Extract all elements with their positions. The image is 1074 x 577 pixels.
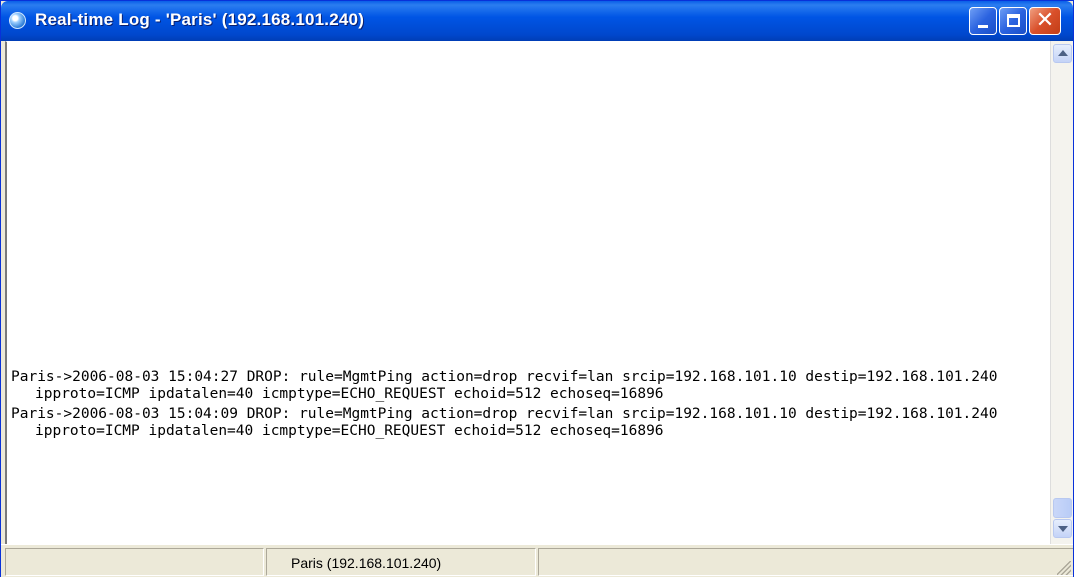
minimize-icon xyxy=(978,25,988,28)
arrow-up-icon xyxy=(1058,50,1068,56)
arrow-down-icon xyxy=(1058,526,1068,532)
log-entries: Paris->2006-08-03 15:04:27 DROP: rule=Mg… xyxy=(11,369,1048,443)
maximize-icon xyxy=(1007,14,1020,27)
app-icon xyxy=(9,12,26,29)
close-icon: ✕ xyxy=(1035,8,1055,33)
maximize-button[interactable] xyxy=(999,7,1027,35)
minimize-button[interactable] xyxy=(969,7,997,35)
status-connection-text: Paris (192.168.101.240) xyxy=(291,555,442,571)
status-panel-1 xyxy=(5,548,264,576)
title-bar[interactable]: Real-time Log - 'Paris' (192.168.101.240… xyxy=(1,1,1073,41)
status-bar: Paris (192.168.101.240) xyxy=(1,544,1073,577)
resize-grip-icon[interactable] xyxy=(1057,561,1071,575)
scroll-up-button[interactable] xyxy=(1053,44,1072,63)
log-text-area[interactable]: Paris->2006-08-03 15:04:27 DROP: rule=Mg… xyxy=(5,41,1050,544)
status-panel-connection: Paris (192.168.101.240) xyxy=(266,548,536,576)
scroll-down-button[interactable] xyxy=(1053,519,1072,538)
status-panel-3 xyxy=(538,548,1073,576)
vertical-scrollbar[interactable] xyxy=(1050,41,1073,544)
log-entry: Paris->2006-08-03 15:04:09 DROP: rule=Mg… xyxy=(11,406,998,439)
log-entry: Paris->2006-08-03 15:04:27 DROP: rule=Mg… xyxy=(11,369,998,402)
close-button[interactable]: ✕ xyxy=(1029,7,1061,35)
realtime-log-window: Real-time Log - 'Paris' (192.168.101.240… xyxy=(0,0,1074,577)
scroll-thumb[interactable] xyxy=(1053,498,1072,518)
window-title: Real-time Log - 'Paris' (192.168.101.240… xyxy=(35,10,365,29)
